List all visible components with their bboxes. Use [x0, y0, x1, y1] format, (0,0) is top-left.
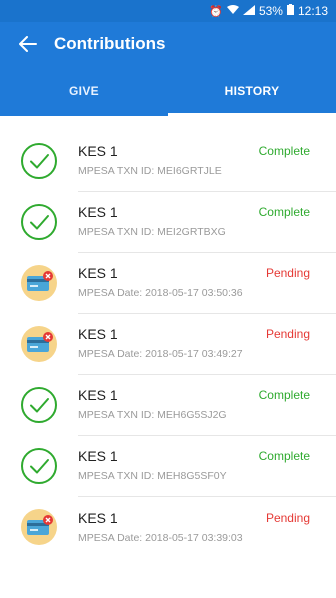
pending-card-icon	[0, 325, 78, 363]
list-item-header: KES 1 Complete	[78, 448, 310, 464]
check-circle-icon	[0, 447, 78, 485]
status-label: Complete	[258, 449, 310, 463]
back-arrow-icon[interactable]	[14, 30, 42, 58]
status-label: Complete	[258, 388, 310, 402]
list-item-header: KES 1 Complete	[78, 387, 310, 403]
list-item-content: KES 1 Pending MPESA Date: 2018-05-17 03:50…	[78, 252, 336, 314]
app-bar: Contributions	[0, 22, 336, 66]
transaction-detail: MPESA Date: 2018-05-17 03:50:36	[78, 287, 243, 299]
list-item-header: KES 1 Complete	[78, 204, 310, 220]
transaction-detail: MPESA Date: 2018-05-17 03:39:03	[78, 531, 243, 544]
check-circle-icon	[0, 203, 78, 241]
tab-give[interactable]: GIVE	[0, 66, 168, 116]
list-item-content: KES 1 Pending MPESA Date: 2018-05-17 03:49…	[78, 313, 336, 375]
list-item[interactable]: KES 1 Pending MPESA Date: 2018-05-17 03:39…	[0, 496, 336, 557]
status-label: Pending	[265, 510, 310, 525]
transaction-detail: MPESA Date: 2018-05-17 03:49:27	[78, 348, 243, 360]
check-circle-icon	[0, 142, 78, 180]
list-item-content: KES 1 Complete MPESA TXN ID: MEH6G5SJ2G	[78, 374, 336, 436]
pending-card-icon	[0, 508, 78, 546]
status-label: Pending	[265, 327, 310, 341]
list-item-header: KES 1 Pending	[78, 326, 310, 342]
page-title: Contributions	[54, 34, 166, 53]
list-item-content: KES 1 Pending MPESA Date: 2018-05-17 03:39…	[78, 496, 336, 557]
amount-label: KES 1	[78, 143, 118, 159]
check-circle-icon	[0, 386, 78, 424]
tab-bar: GIVE HISTORY	[0, 66, 336, 116]
status-bar: ⏰ 53% 12:13	[0, 0, 336, 22]
transaction-detail: MPESA TXN ID: MEH8G5SF0Y	[78, 470, 227, 482]
list-item[interactable]: KES 1 Complete MPESA TXN ID: MEI6GRTJLE	[0, 130, 336, 192]
status-label: Complete	[258, 205, 310, 219]
status-label: Complete	[258, 144, 310, 158]
amount-label: KES 1	[78, 326, 118, 342]
battery-icon	[286, 4, 294, 18]
status-time: 12:13	[297, 4, 328, 18]
amount-label: KES 1	[78, 448, 118, 464]
phone-screen: ⏰ 53% 12:13 Contributions GIVE HISTORY K…	[0, 0, 336, 598]
list-item[interactable]: KES 1 Complete MPESA TXN ID: MEI2GRTBXG	[0, 191, 336, 253]
wifi-icon	[226, 4, 239, 18]
list-item-header: KES 1 Complete	[78, 143, 310, 159]
list-item[interactable]: KES 1 Complete MPESA TXN ID: MEH6G5SJ2G	[0, 374, 336, 436]
list-item-header: KES 1 Pending	[78, 510, 310, 526]
tab-history[interactable]: HISTORY	[168, 66, 336, 116]
transaction-detail: MPESA TXN ID: MEH6G5SJ2G	[78, 409, 227, 421]
amount-label: KES 1	[78, 387, 118, 403]
pending-card-icon	[0, 264, 78, 302]
list-item-content: KES 1 Complete MPESA TXN ID: MEI2GRTBXG	[78, 191, 336, 253]
list-item[interactable]: KES 1 Pending MPESA Date: 2018-05-17 03:50…	[0, 252, 336, 314]
amount-label: KES 1	[78, 265, 118, 281]
battery-level: 53%	[258, 4, 283, 18]
list-item[interactable]: KES 1 Pending MPESA Date: 2018-05-17 03:49…	[0, 313, 336, 375]
list-item-content: KES 1 Complete MPESA TXN ID: MEH8G5SF0Y	[78, 435, 336, 497]
alarm-icon: ⏰	[209, 5, 223, 18]
list-item[interactable]: KES 1 Complete MPESA TXN ID: MEH8G5SF0Y	[0, 435, 336, 497]
list-item-header: KES 1 Pending	[78, 265, 310, 281]
amount-label: KES 1	[78, 509, 118, 526]
status-label: Pending	[265, 266, 310, 280]
transaction-list: KES 1 Complete MPESA TXN ID: MEI6GRTJLE KES…	[0, 116, 336, 557]
active-tab-indicator	[168, 113, 336, 116]
signal-icon	[242, 4, 255, 18]
transaction-detail: MPESA TXN ID: MEI6GRTJLE	[78, 165, 222, 177]
transaction-detail: MPESA TXN ID: MEI2GRTBXG	[78, 226, 226, 238]
amount-label: KES 1	[78, 204, 118, 220]
list-item-content: KES 1 Complete MPESA TXN ID: MEI6GRTJLE	[78, 130, 336, 192]
